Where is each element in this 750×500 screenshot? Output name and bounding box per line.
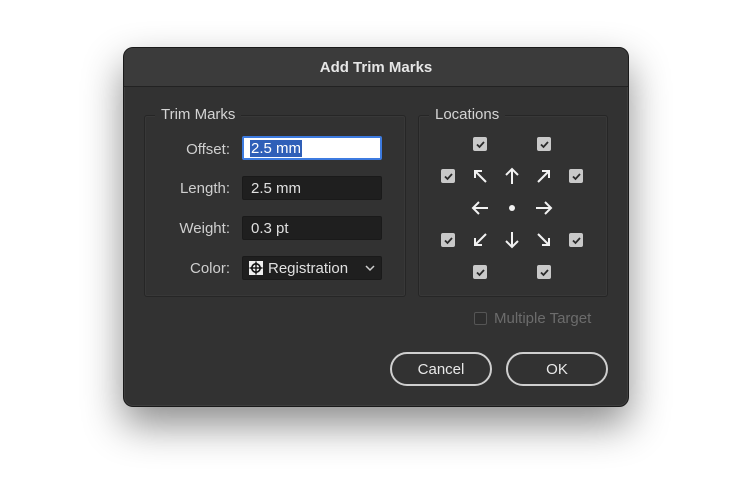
left-bottom-checkbox[interactable] xyxy=(441,233,455,247)
left-top-checkbox[interactable] xyxy=(441,169,455,183)
bottom-left-checkbox[interactable] xyxy=(473,265,487,279)
arrow-down-right-icon xyxy=(534,230,554,250)
weight-field[interactable]: 0.3 pt xyxy=(242,216,382,240)
offset-field[interactable]: 2.5 mm xyxy=(242,136,382,160)
trim-marks-group-title: Trim Marks xyxy=(155,106,242,123)
dialog-title: Add Trim Marks xyxy=(124,48,628,87)
color-select[interactable]: Registration xyxy=(242,256,382,280)
weight-label: Weight: xyxy=(179,220,230,237)
color-select-value: Registration xyxy=(268,259,349,277)
top-left-checkbox[interactable] xyxy=(473,137,487,151)
right-top-checkbox[interactable] xyxy=(569,169,583,183)
registration-mark-icon xyxy=(249,261,263,275)
arrow-up-icon xyxy=(502,166,522,186)
arrow-down-left-icon xyxy=(470,230,490,250)
arrow-up-right-icon xyxy=(534,166,554,186)
top-right-checkbox[interactable] xyxy=(537,137,551,151)
multiple-target-checkbox[interactable] xyxy=(474,312,487,325)
arrow-left-icon xyxy=(470,198,490,218)
length-field[interactable]: 2.5 mm xyxy=(242,176,382,200)
ok-button[interactable]: OK xyxy=(506,352,608,386)
chevron-down-icon xyxy=(365,265,375,272)
offset-label: Offset: xyxy=(186,141,230,158)
offset-value: 2.5 mm xyxy=(250,140,303,157)
cancel-button[interactable]: Cancel xyxy=(390,352,492,386)
color-label: Color: xyxy=(189,260,230,277)
arrow-down-icon xyxy=(502,230,522,250)
locations-group-title: Locations xyxy=(429,106,506,123)
length-label: Length: xyxy=(179,180,230,197)
multiple-target-label: Multiple Target xyxy=(494,310,592,327)
arrow-up-left-icon xyxy=(470,166,490,186)
right-bottom-checkbox[interactable] xyxy=(569,233,583,247)
arrow-right-icon xyxy=(534,198,554,218)
add-trim-marks-dialog: Add Trim Marks Trim Marks Offset: 2.5 mm… xyxy=(123,47,629,407)
bottom-right-checkbox[interactable] xyxy=(537,265,551,279)
center-dot-icon xyxy=(502,198,522,218)
